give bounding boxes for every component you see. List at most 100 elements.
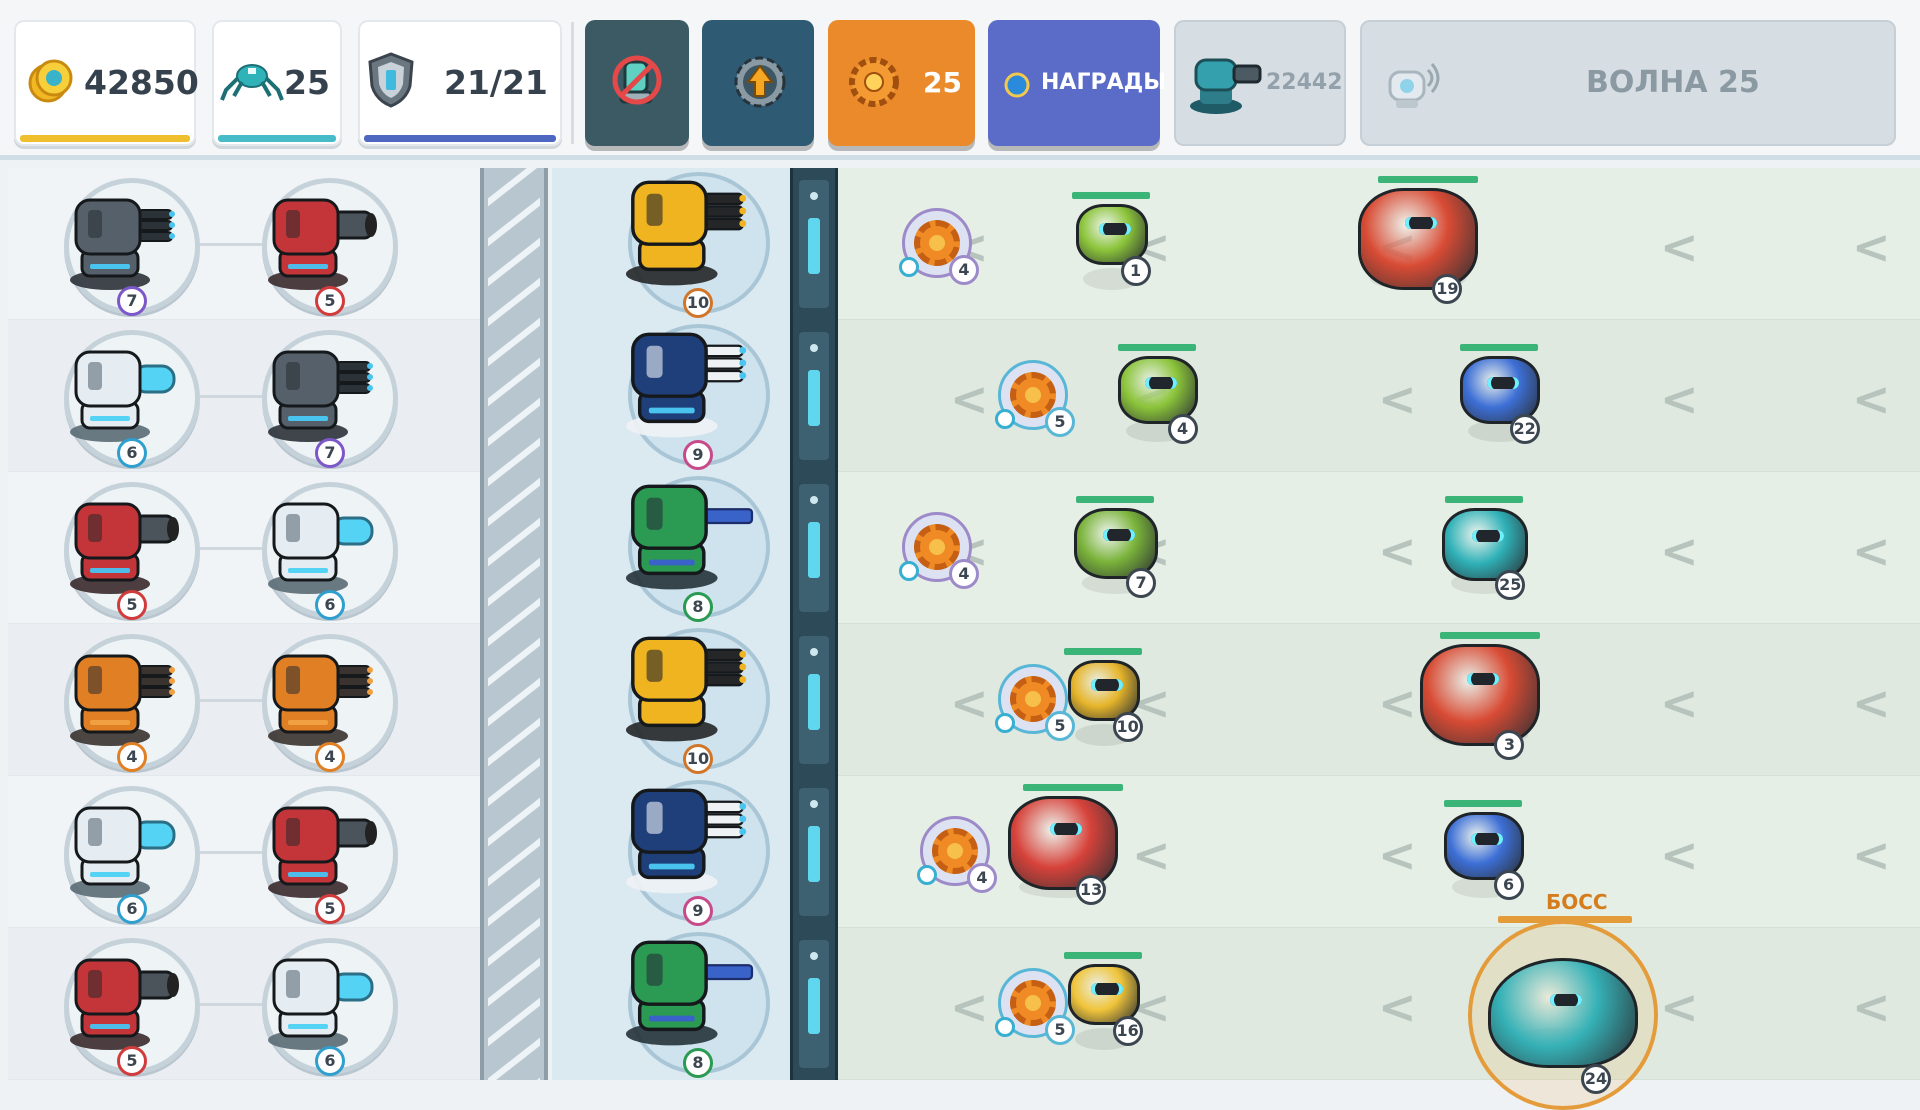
- disable-targeting-button[interactable]: [585, 20, 689, 146]
- boss-label: БОСС: [1546, 890, 1608, 914]
- wave-label: ВОЛНА 25: [1586, 65, 1760, 100]
- lane-arrow: <: [1132, 828, 1171, 882]
- turret-level-badge: 9: [683, 896, 713, 926]
- defense-turret-slot[interactable]: 8: [625, 476, 770, 622]
- turret-level-badge: 6: [117, 894, 147, 924]
- lane-arrow: <: [1660, 676, 1699, 730]
- turret-level-badge: 4: [117, 742, 147, 772]
- wall-bolt: [810, 952, 818, 960]
- enemy-lane: < < < < <5 10 3: [838, 624, 1920, 776]
- mine-gear[interactable]: 5: [995, 360, 1075, 437]
- red-mech-walker-icon[interactable]: [1358, 188, 1478, 290]
- rewards-label: НАГРАДЫ: [1041, 70, 1166, 95]
- rail-stripe: [488, 477, 540, 527]
- inventory-turret-slot[interactable]: 7: [262, 330, 398, 468]
- rewards-button[interactable]: НАГРАДЫ: [988, 20, 1166, 146]
- inventory-turret-slot[interactable]: 4: [262, 634, 398, 772]
- lane-arrow: <: [950, 676, 989, 730]
- inventory-turret-slot[interactable]: 6: [262, 482, 398, 620]
- laser-white-turret-icon: [258, 944, 382, 1058]
- mine-core: [1025, 387, 1041, 403]
- defense-turret-slot[interactable]: 8: [625, 932, 770, 1078]
- gatling-navy-turret-icon: [614, 316, 757, 446]
- mine-level-badge: 4: [967, 863, 997, 893]
- inventory-turret-slot[interactable]: 6: [64, 786, 200, 924]
- turret-level-badge: 10: [683, 288, 713, 318]
- inventory-row: 4 4: [8, 624, 480, 776]
- lane-arrow: <: [1378, 372, 1417, 426]
- inventory-turret-slot[interactable]: 5: [262, 786, 398, 924]
- upgrade-button[interactable]: [702, 20, 814, 146]
- orange-gear-icon: [846, 54, 902, 114]
- wall-light: [808, 370, 820, 426]
- mine-gear[interactable]: 5: [995, 968, 1075, 1045]
- enemy-eyes: [1145, 376, 1177, 389]
- lane-arrow: <: [1852, 676, 1891, 730]
- inventory-turret-slot[interactable]: 7: [64, 178, 200, 316]
- inventory-turret-slot[interactable]: 5: [262, 178, 398, 316]
- wall-panel: [799, 484, 829, 612]
- rail-stripe: [488, 317, 540, 367]
- mine-gear[interactable]: 4: [899, 208, 979, 285]
- defense-turret-slot[interactable]: 10: [625, 172, 770, 318]
- mine-link-dot: [995, 1017, 1015, 1037]
- cannon-red-turret-icon: [60, 488, 184, 602]
- enemy-lane: <<<<<4136: [838, 776, 1920, 928]
- rail-stripe: [488, 517, 540, 567]
- mine-link-dot: [917, 865, 937, 885]
- bugs-value: 25: [284, 63, 330, 102]
- turret-level-badge: 10: [683, 744, 713, 774]
- red-crab-icon[interactable]: [1008, 796, 1118, 890]
- crystals-count: 25: [923, 66, 962, 99]
- coins-value: 42850: [84, 63, 199, 102]
- inventory-row: 6 7: [8, 320, 480, 472]
- enemy-health-bar: [1064, 952, 1142, 959]
- inventory-row: 5 6: [8, 928, 480, 1080]
- rail-stripe: [488, 757, 540, 807]
- enemy-lane: <<<<<4119: [838, 168, 1920, 320]
- mine-gear[interactable]: 4: [917, 816, 997, 893]
- inventory-turret-slot[interactable]: 6: [64, 330, 200, 468]
- cannon-red-turret-icon: [258, 792, 382, 906]
- wall-panel: [799, 180, 829, 308]
- turret-level-badge: 6: [117, 438, 147, 468]
- inventory-turret-slot[interactable]: 5: [64, 938, 200, 1076]
- crystals-button[interactable]: 25: [828, 20, 975, 146]
- turret-power-button[interactable]: 22442: [1174, 20, 1346, 146]
- inventory-turret-slot[interactable]: 6: [262, 938, 398, 1076]
- turret-level-badge: 5: [315, 286, 345, 316]
- enemy-level-badge: 25: [1495, 569, 1526, 600]
- enemy-eyes: [1467, 673, 1499, 686]
- defense-turret-slot[interactable]: 10: [625, 628, 770, 774]
- mine-gear[interactable]: 4: [899, 512, 979, 589]
- turret-level-badge: 5: [117, 1046, 147, 1076]
- defense-turret-slot[interactable]: 9: [625, 324, 770, 470]
- mine-level-badge: 5: [1045, 1015, 1075, 1045]
- enemy-level-badge: 10: [1112, 711, 1143, 742]
- wave-button[interactable]: ВОЛНА 25: [1360, 20, 1896, 146]
- lane-arrow: <: [1660, 220, 1699, 274]
- enemy-lane: <<<<<5422: [838, 320, 1920, 472]
- no-target-icon: [611, 52, 665, 116]
- wall-panel: [799, 788, 829, 916]
- turret-level-badge: 9: [683, 440, 713, 470]
- wall-panel: [799, 636, 829, 764]
- rail-stripe: [488, 837, 540, 887]
- mine-gear[interactable]: 5: [995, 664, 1075, 741]
- red-mech-walker-icon[interactable]: [1420, 644, 1540, 746]
- wall-light: [808, 978, 820, 1034]
- laser-white-turret-icon: [258, 488, 382, 602]
- defense-turret-slot[interactable]: 9: [625, 780, 770, 926]
- mine-core: [929, 539, 945, 555]
- teal-ufo-boss-icon[interactable]: [1488, 958, 1638, 1068]
- lane-arrow: <: [1378, 980, 1417, 1034]
- mine-link-dot: [899, 257, 919, 277]
- inventory-turret-slot[interactable]: 4: [64, 634, 200, 772]
- lane-arrow: <: [1660, 372, 1699, 426]
- gatling-grey-turret-icon: [258, 336, 382, 450]
- cannon-red-turret-icon: [60, 944, 184, 1058]
- inventory-turret-slot[interactable]: 5: [64, 482, 200, 620]
- turret-level-badge: 5: [315, 894, 345, 924]
- rewards-gem-icon: [1004, 72, 1030, 102]
- turret-level-badge: 8: [683, 1048, 713, 1078]
